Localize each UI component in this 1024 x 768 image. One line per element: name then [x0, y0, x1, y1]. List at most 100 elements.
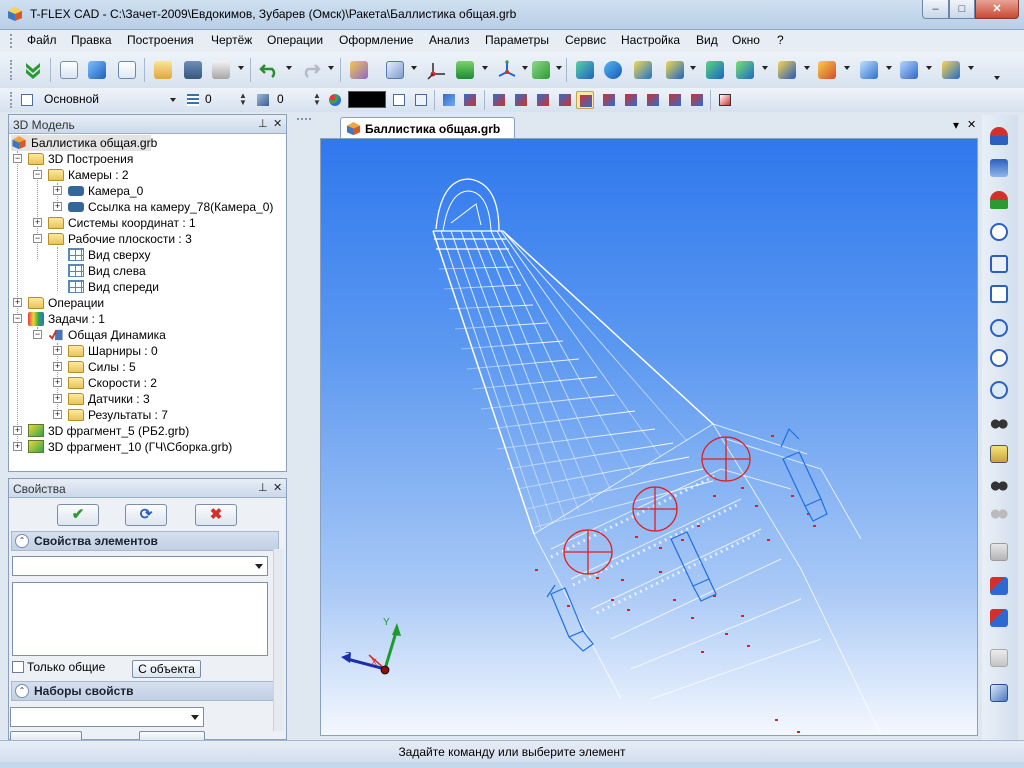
new-assembly-button[interactable]: [114, 57, 140, 83]
filter-button[interactable]: [390, 91, 408, 109]
copy-view-button[interactable]: [986, 539, 1012, 565]
deselect-button[interactable]: [461, 91, 479, 109]
workplane-button[interactable]: [346, 57, 372, 83]
properties-scrollbar[interactable]: [273, 549, 284, 731]
expand-icon[interactable]: +: [53, 346, 62, 355]
menu-operations[interactable]: Операции: [267, 33, 323, 47]
element-properties-section[interactable]: ⌃ Свойства элементов: [11, 531, 279, 551]
plane-dropdown-arrow[interactable]: [411, 66, 417, 70]
zoom-all-button[interactable]: [986, 251, 1012, 277]
menu-analysis[interactable]: Анализ: [429, 33, 470, 47]
select-surface-button[interactable]: [644, 91, 662, 109]
menu-design[interactable]: Оформление: [339, 33, 413, 47]
select-body-button[interactable]: [576, 91, 594, 109]
multi-select-button[interactable]: [986, 605, 1012, 631]
toolbar-overflow-arrow[interactable]: [994, 76, 1000, 80]
save-button[interactable]: [180, 57, 206, 83]
select-loop-button[interactable]: [534, 91, 552, 109]
shell-dropdown-arrow[interactable]: [886, 66, 892, 70]
level-button[interactable]: [184, 91, 202, 109]
collapse-section-icon[interactable]: ⌃: [15, 534, 29, 548]
rotate-button[interactable]: [600, 57, 626, 83]
extrude-button[interactable]: [572, 57, 598, 83]
expand-icon[interactable]: +: [33, 218, 42, 227]
level-spinner[interactable]: ▲ ▼: [239, 92, 247, 107]
sweep-dropdown-arrow[interactable]: [690, 66, 696, 70]
undo-dropdown-arrow[interactable]: [286, 66, 292, 70]
tab-menu-icon[interactable]: ▾: [953, 118, 959, 132]
expand-icon[interactable]: +: [53, 202, 62, 211]
menu-file[interactable]: Файл: [27, 33, 57, 47]
color-palette-button[interactable]: [326, 91, 344, 109]
snap-point-button[interactable]: [986, 155, 1012, 181]
menu-view[interactable]: Вид: [696, 33, 718, 47]
expand-icon[interactable]: +: [13, 298, 22, 307]
color-swatch[interactable]: [348, 91, 386, 108]
expand-icon[interactable]: +: [53, 410, 62, 419]
tree-item-root[interactable]: Баллистика общая.grb: [11, 135, 157, 151]
redo-button[interactable]: [298, 57, 324, 83]
property-sets-select[interactable]: [10, 707, 204, 727]
expand-icon[interactable]: +: [53, 394, 62, 403]
redo-dropdown-arrow[interactable]: [328, 66, 334, 70]
layers-button[interactable]: [18, 91, 36, 109]
layer-combo[interactable]: Основной: [44, 92, 99, 106]
priority-spinner[interactable]: ▲ ▼: [313, 92, 321, 107]
body-button[interactable]: [938, 57, 964, 83]
element-properties-select[interactable]: [12, 556, 268, 576]
priority-button[interactable]: [254, 91, 272, 109]
select-wire-button[interactable]: [666, 91, 684, 109]
menu-edit[interactable]: Правка: [71, 33, 112, 47]
profile-button[interactable]: [452, 57, 478, 83]
menu-service[interactable]: Сервис: [565, 33, 606, 47]
glasses-view-button[interactable]: [986, 411, 1012, 437]
surface-dropdown-arrow[interactable]: [926, 66, 932, 70]
collapse-icon[interactable]: −: [13, 314, 22, 323]
zoom-previous-button[interactable]: [986, 345, 1012, 371]
collapse-icon[interactable]: −: [33, 234, 42, 243]
from-object-button[interactable]: С объекта: [132, 660, 201, 678]
property-sets-section[interactable]: ⌃ Наборы свойств: [11, 681, 279, 701]
document-tab[interactable]: Баллистика общая.grb: [340, 117, 515, 138]
expand-icon[interactable]: +: [13, 442, 22, 451]
fillet-button[interactable]: [732, 57, 758, 83]
print-button[interactable]: [208, 57, 234, 83]
toolbar-grip[interactable]: [10, 92, 13, 108]
select-edge-button[interactable]: [512, 91, 530, 109]
zoom-window-button[interactable]: [986, 219, 1012, 245]
minimize-button[interactable]: ‒: [922, 0, 949, 19]
construction-plane-button[interactable]: [382, 57, 408, 83]
pan-zoom-button[interactable]: [986, 377, 1012, 403]
close-icon[interactable]: ✕: [273, 481, 282, 494]
toolbar-grip[interactable]: [10, 60, 13, 80]
sketch-dropdown-arrow[interactable]: [556, 66, 562, 70]
select-all-button[interactable]: [688, 91, 706, 109]
menu-construct[interactable]: Построения: [127, 33, 194, 47]
expand-icon[interactable]: +: [13, 426, 22, 435]
priority-field[interactable]: 0: [277, 92, 284, 106]
array-dropdown-arrow[interactable]: [804, 66, 810, 70]
measure-view-button[interactable]: [986, 441, 1012, 467]
select-filter-button[interactable]: [440, 91, 458, 109]
select-check-button[interactable]: [986, 573, 1012, 599]
filter-list-button[interactable]: [412, 91, 430, 109]
snap-magnet-button[interactable]: [986, 123, 1012, 149]
new-3d-model-button[interactable]: [84, 57, 110, 83]
expand-icon[interactable]: +: [53, 378, 62, 387]
select-vertex-button[interactable]: [490, 91, 508, 109]
undo-button[interactable]: [256, 57, 282, 83]
expand-icon[interactable]: +: [53, 362, 62, 371]
ok-button[interactable]: ✔: [57, 504, 99, 526]
select-face-button[interactable]: [556, 91, 574, 109]
thread-button[interactable]: [814, 57, 840, 83]
snap-on-button[interactable]: [986, 187, 1012, 213]
loft-button[interactable]: [630, 57, 656, 83]
level-field[interactable]: 0: [205, 92, 212, 106]
zoom-button[interactable]: [986, 315, 1012, 341]
hide-button[interactable]: [986, 473, 1012, 499]
surface-button[interactable]: [896, 57, 922, 83]
view-cube-button[interactable]: [986, 680, 1012, 706]
maximize-button[interactable]: □: [949, 0, 975, 19]
sweep-button[interactable]: [662, 57, 688, 83]
fillet-dropdown-arrow[interactable]: [762, 66, 768, 70]
